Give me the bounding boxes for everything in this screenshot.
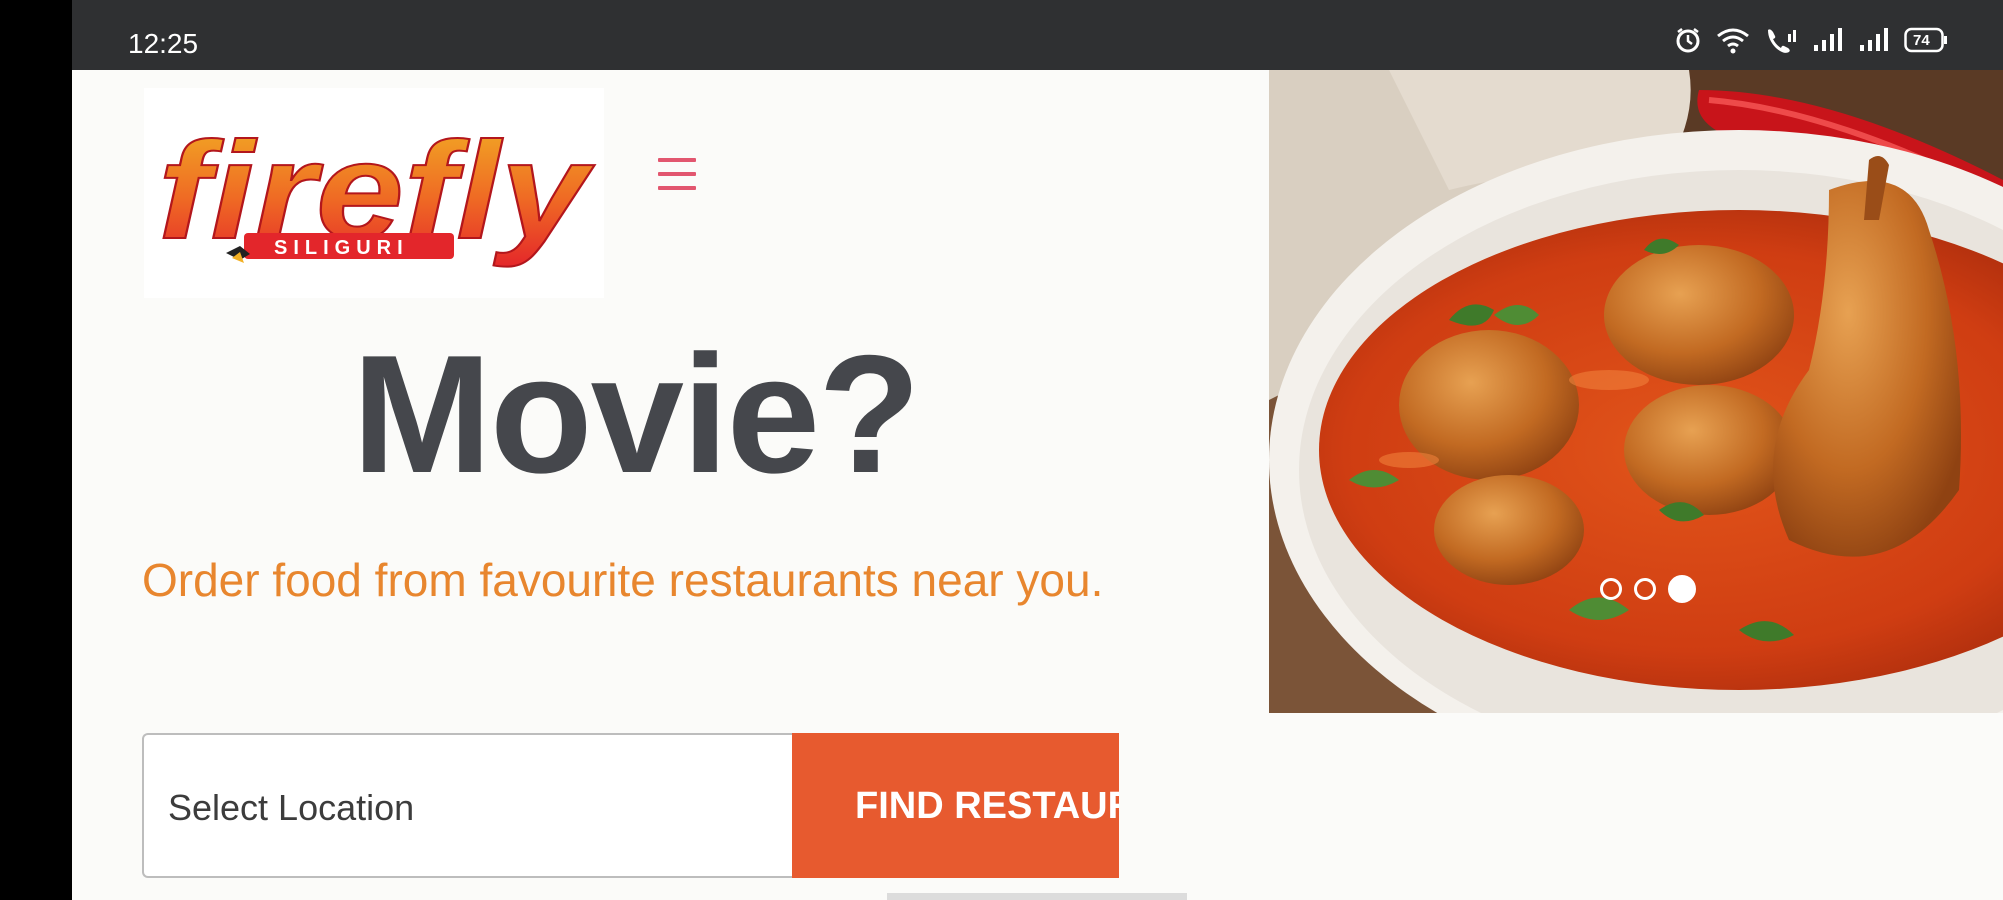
app-screen: 12:25 74 firefly SILIGURI Movie? Order f… bbox=[72, 0, 2003, 900]
hero-image bbox=[1269, 70, 2003, 713]
location-field[interactable] bbox=[142, 733, 792, 878]
hero-tagline: Order food from favourite restaurants ne… bbox=[142, 554, 1104, 606]
call-icon bbox=[1764, 26, 1798, 54]
signal-icon bbox=[1812, 27, 1844, 53]
signal-icon bbox=[1858, 27, 1890, 53]
location-input[interactable] bbox=[166, 775, 770, 841]
logo-subtext: SILIGURI bbox=[274, 237, 409, 259]
hero-headline: Movie? bbox=[352, 320, 921, 508]
carousel-dot-3[interactable] bbox=[1668, 575, 1696, 603]
carousel-dots bbox=[1600, 575, 1696, 603]
carousel-dot-2[interactable] bbox=[1634, 578, 1656, 600]
battery-level: 74 bbox=[1913, 32, 1930, 49]
alarm-icon bbox=[1674, 26, 1702, 54]
find-restaurants-button[interactable]: FIND RESTAURANTS bbox=[792, 733, 1119, 878]
status-time: 12:25 bbox=[128, 28, 199, 59]
carousel-dot-1[interactable] bbox=[1600, 578, 1622, 600]
find-restaurants-label: FIND RESTAURANTS bbox=[855, 785, 1119, 827]
status-icons: 74 bbox=[1674, 26, 1948, 54]
hamburger-menu-icon[interactable] bbox=[656, 154, 698, 194]
wifi-icon bbox=[1716, 26, 1750, 54]
brand-logo[interactable]: firefly SILIGURI bbox=[144, 88, 604, 298]
battery-icon: 74 bbox=[1904, 27, 1948, 53]
scroll-hint bbox=[887, 893, 1187, 900]
status-bar: 12:25 74 bbox=[72, 0, 2003, 70]
